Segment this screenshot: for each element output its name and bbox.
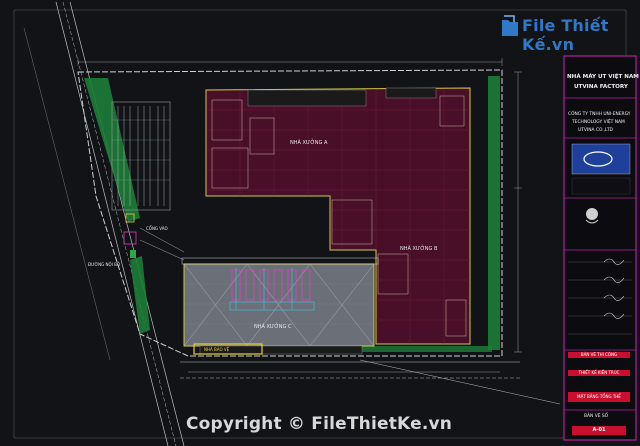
tb-project-title-2: UTVINA FACTORY <box>574 84 628 90</box>
label-building-b: NHÀ XƯỞNG B <box>400 246 438 252</box>
filethietke-logo: File Thiết Kế.vn <box>500 14 625 54</box>
tb-company-1: CÔNG TY TNHH UNI-ENERGY <box>568 112 631 117</box>
file-folder-icon <box>502 15 518 36</box>
drawing-frame <box>13 9 627 439</box>
logo-brand-suffix: .vn <box>545 35 575 54</box>
tb-sheet-label: BẢN VẼ SỐ <box>584 414 609 419</box>
tb-company-2: TECHNOLOGY VIỆT NAM <box>572 120 625 125</box>
label-guard: NHÀ BẢO VỆ <box>204 347 230 352</box>
copyright-watermark: Copyright © FileThietKe.vn <box>186 414 453 434</box>
tb-project-title-1: NHÀ MÁY UT VIỆT NAM <box>567 74 639 80</box>
cad-drawing-canvas <box>13 1 637 446</box>
building-c <box>183 263 375 355</box>
tb-sheet-no: A-01 <box>572 426 626 435</box>
logo-brand-text: File Thiết Kế.vn <box>522 16 625 54</box>
corridor <box>181 257 379 265</box>
tb-red-label-2: THIẾT KẾ KIẾN TRÚC <box>568 370 630 376</box>
label-road: ĐƯỜNG NỘI BỘ <box>88 262 121 267</box>
road-lines <box>23 1 185 446</box>
label-gate: CỔNG VÀO <box>146 226 168 231</box>
label-building-c: NHÀ XƯỞNG C <box>254 324 292 330</box>
tb-red-label-1: BẢN VẼ THI CÔNG <box>568 352 630 358</box>
left-site-details <box>123 213 185 261</box>
tb-company-3: UTVINA CO.,LTD <box>578 128 613 133</box>
tb-red-label-3: MẶT BẰNG TỔNG THỂ <box>568 392 630 402</box>
bottom-road <box>180 359 561 405</box>
label-building-a: NHÀ XƯỞNG A <box>290 140 328 146</box>
